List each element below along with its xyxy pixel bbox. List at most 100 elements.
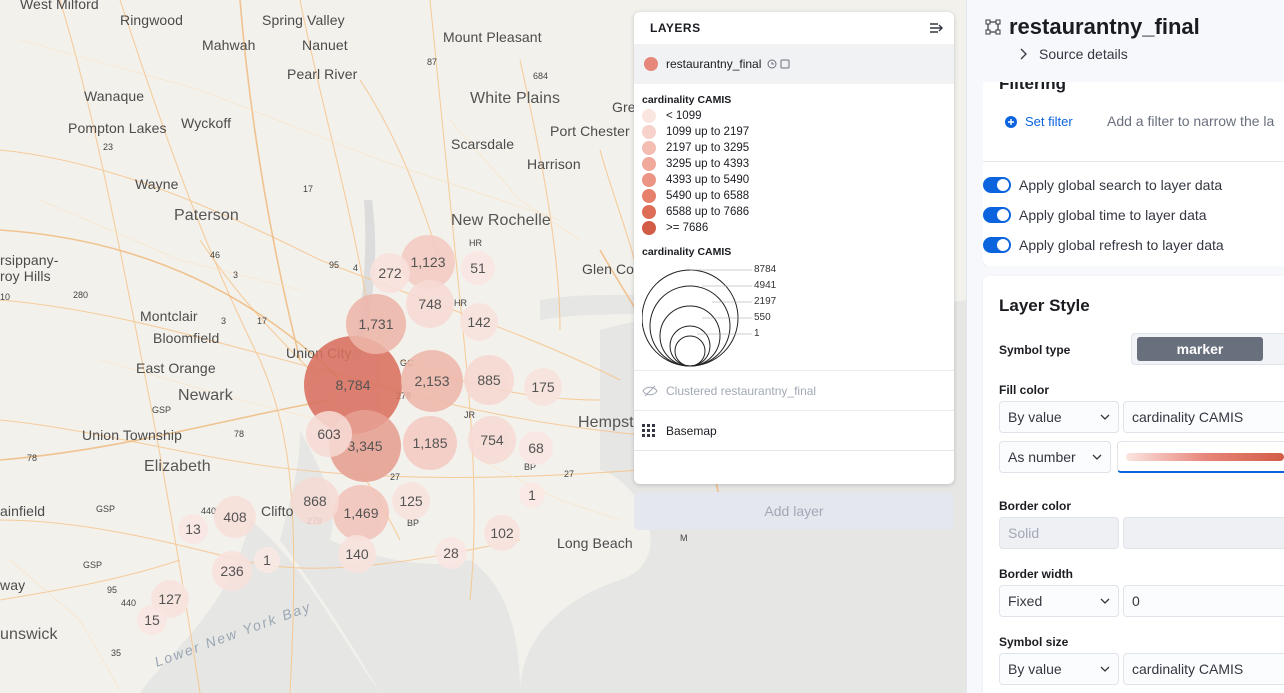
size-legend-label: 4941	[754, 280, 777, 291]
cluster-marker[interactable]: 1	[519, 482, 545, 508]
set-filter-button[interactable]: Set filter	[1005, 114, 1073, 129]
place-label: Union Township	[82, 427, 182, 443]
add-layer-button[interactable]: Add layer	[634, 492, 954, 530]
toggle-global-search[interactable]: Apply global search to layer data	[983, 177, 1222, 193]
set-filter-label: Set filter	[1025, 114, 1073, 129]
cluster-marker[interactable]: 603	[306, 411, 352, 457]
select-value: Solid	[1008, 525, 1040, 541]
cluster-marker[interactable]: 236	[212, 551, 252, 591]
place-label: Pearl River	[287, 66, 358, 82]
highway-shield: JR	[464, 410, 475, 420]
legend-swatch	[642, 109, 656, 123]
source-details-toggle[interactable]: Source details	[1019, 46, 1128, 62]
cluster-marker[interactable]: 28	[435, 537, 467, 569]
cluster-marker[interactable]: 102	[484, 515, 520, 551]
chevron-down-icon	[1092, 454, 1102, 460]
toggle-switch[interactable]	[983, 177, 1011, 193]
border-width-type-select[interactable]: Fixed	[999, 585, 1119, 617]
legend-item: < 1099	[642, 108, 946, 124]
panel-layer-title: restaurantny_final	[1009, 14, 1200, 39]
highway-shield: 3	[233, 270, 239, 280]
cluster-marker[interactable]: 13	[178, 514, 208, 544]
legend-item: 4393 up to 5490	[642, 172, 946, 188]
cluster-marker[interactable]: 51	[461, 251, 495, 285]
border-color-label: Border color	[999, 499, 1072, 513]
place-label: roy Hills	[0, 268, 51, 284]
toggle-label: Apply global search to layer data	[1019, 177, 1223, 193]
border-color-picker[interactable]	[1123, 517, 1284, 549]
clock-icon	[767, 59, 777, 69]
place-label: Nanuet	[302, 37, 348, 53]
cluster-marker[interactable]: 175	[524, 368, 562, 406]
fill-color-mode-select[interactable]: As number	[999, 441, 1111, 473]
legend-swatch	[642, 221, 656, 235]
legend-label: 6588 up to 7686	[666, 206, 750, 218]
symbol-size-type-select[interactable]: By value	[999, 653, 1119, 685]
filtering-title: Filtering	[999, 74, 1067, 93]
cluster-marker[interactable]: 2,153	[401, 350, 463, 412]
symbol-type-marker-button[interactable]: marker	[1137, 337, 1263, 361]
legend-swatch	[642, 189, 656, 203]
border-color-type-select[interactable]: Solid	[999, 517, 1119, 549]
cluster-marker[interactable]: 15	[137, 605, 167, 635]
collapse-panel-icon[interactable]	[928, 19, 946, 37]
layer-name: restaurantny_final	[666, 57, 762, 71]
cluster-marker[interactable]: 68	[519, 431, 553, 465]
cluster-marker[interactable]: 142	[460, 303, 498, 341]
select-value: cardinality CAMIS	[1132, 661, 1244, 677]
size-legend-label: 2197	[754, 296, 777, 307]
layer-row-clustered[interactable]: Clustered restaurantny_final	[634, 370, 954, 410]
cluster-marker[interactable]: 272	[370, 253, 410, 293]
place-label: New Rochelle	[451, 212, 551, 229]
size-legend-label: 550	[754, 312, 771, 323]
cluster-marker[interactable]: 1	[254, 547, 280, 573]
toggle-global-refresh[interactable]: Apply global refresh to layer data	[983, 237, 1224, 253]
highway-shield: 280	[73, 290, 89, 300]
cluster-marker[interactable]: 125	[392, 482, 430, 520]
cluster-marker[interactable]: 1,731	[346, 294, 406, 354]
place-label: ainfield	[0, 503, 46, 519]
fill-color-field-select[interactable]: cardinality CAMIS	[1123, 401, 1284, 433]
symbol-size-label: Symbol size	[999, 635, 1069, 649]
fill-color-label: Fill color	[999, 383, 1050, 397]
layer-row-restaurantny[interactable]: restaurantny_final	[634, 44, 954, 84]
symbol-size-field-select[interactable]: cardinality CAMIS	[1123, 653, 1284, 685]
layer-control-panel: LAYERS restaurantny_final cardinality CA…	[634, 12, 954, 484]
border-width-input[interactable]: 0	[1123, 585, 1284, 617]
layer-row-basemap[interactable]: Basemap	[634, 410, 954, 450]
cluster-marker[interactable]: 885	[464, 355, 514, 405]
legend-swatch	[642, 205, 656, 219]
place-label: White Plains	[470, 90, 561, 107]
legend-label: 2197 up to 3295	[666, 142, 750, 154]
cluster-marker[interactable]: 408	[214, 496, 256, 538]
highway-shield: 27	[564, 469, 575, 479]
fill-color-type-select[interactable]: By value	[999, 401, 1119, 433]
place-label: Mount Pleasant	[443, 29, 542, 45]
cluster-marker[interactable]: 754	[468, 416, 516, 464]
color-ramp-select[interactable]	[1117, 441, 1284, 473]
toggle-switch[interactable]	[983, 237, 1011, 253]
cluster-marker[interactable]: 868	[291, 477, 339, 525]
toggle-switch[interactable]	[983, 207, 1011, 223]
place-label: Spring Valley	[262, 12, 345, 28]
layer-name: Basemap	[666, 423, 717, 438]
place-label: Scarsdale	[451, 136, 515, 152]
cluster-marker[interactable]: 140	[338, 535, 376, 573]
symbol-type-label: Symbol type	[999, 343, 1071, 357]
size-legend: 8784 4941 2197 550 1	[642, 260, 946, 370]
legend-swatch	[642, 141, 656, 155]
legend-label: 4393 up to 5490	[666, 174, 750, 186]
toggle-label: Apply global time to layer data	[1019, 207, 1207, 223]
legend-item: 3295 up to 4393	[642, 156, 946, 172]
cluster-marker[interactable]: 748	[406, 280, 454, 328]
highway-shield: 4	[353, 263, 359, 273]
layers-title: LAYERS	[650, 21, 701, 35]
cluster-marker[interactable]: 1,185	[403, 416, 457, 470]
highway-shield: 78	[234, 429, 245, 439]
cluster-marker[interactable]: 1,469	[333, 485, 389, 541]
eye-closed-icon[interactable]	[642, 385, 658, 397]
border-width-label: Border width	[999, 567, 1073, 581]
size-legend-title: cardinality CAMIS	[642, 246, 732, 258]
toggle-global-time[interactable]: Apply global time to layer data	[983, 207, 1207, 223]
color-ramp-swatch	[1126, 452, 1284, 461]
